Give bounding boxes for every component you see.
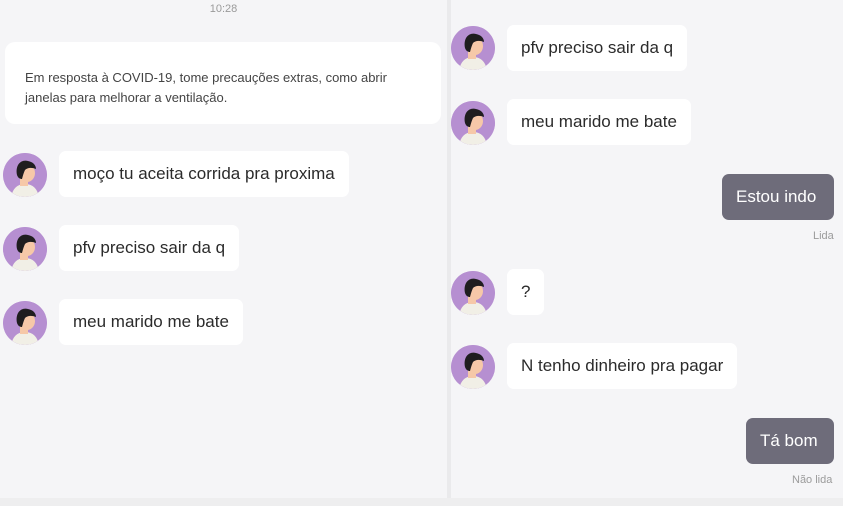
incoming-message-bubble: pfv preciso sair da q [59,225,240,271]
chat-panel-left: 10:28 Em resposta à COVID-19, tome preca… [0,0,447,506]
message-text: Estou indo [736,187,817,206]
message-text: meu marido me bate [521,112,677,131]
message-text: moço tu aceita corrida pra proxima [73,164,335,183]
message-text: meu marido me bate [73,312,229,331]
covid-notice-card: Em resposta à COVID-19, tome precauções … [5,42,441,124]
chat-panel-right: pfv preciso sair da q meu marido me bate… [451,0,843,506]
message-timestamp: 10:28 [209,3,238,15]
unread-status-label: Não lida [792,474,833,486]
person-avatar-icon[interactable] [3,153,47,197]
person-avatar-icon[interactable] [451,26,495,70]
outgoing-message-bubble: Tá bom [746,418,834,464]
outgoing-message-bubble: Estou indo [722,174,834,220]
incoming-message-bubble: meu marido me bate [507,99,691,145]
incoming-message-bubble: meu marido me bate [59,299,243,345]
person-avatar-icon[interactable] [3,227,47,271]
incoming-message-bubble: pfv preciso sair da q [507,25,688,71]
message-text: Tá bom [760,431,818,450]
message-text: pfv preciso sair da q [73,238,226,257]
incoming-message-bubble: ? [507,269,545,315]
person-avatar-icon[interactable] [451,101,495,145]
person-avatar-icon[interactable] [451,271,495,315]
covid-notice-text: Em resposta à COVID-19, tome precauções … [25,70,387,105]
message-text: pfv preciso sair da q [521,38,674,57]
message-text: ? [521,282,531,301]
person-avatar-icon[interactable] [451,345,495,389]
read-status-label: Lida [813,230,834,242]
bottom-divider [0,498,843,506]
person-avatar-icon[interactable] [3,301,47,345]
message-text: N tenho dinheiro pra pagar [521,356,724,375]
incoming-message-bubble: N tenho dinheiro pra pagar [507,343,738,389]
incoming-message-bubble: moço tu aceita corrida pra proxima [59,151,349,197]
